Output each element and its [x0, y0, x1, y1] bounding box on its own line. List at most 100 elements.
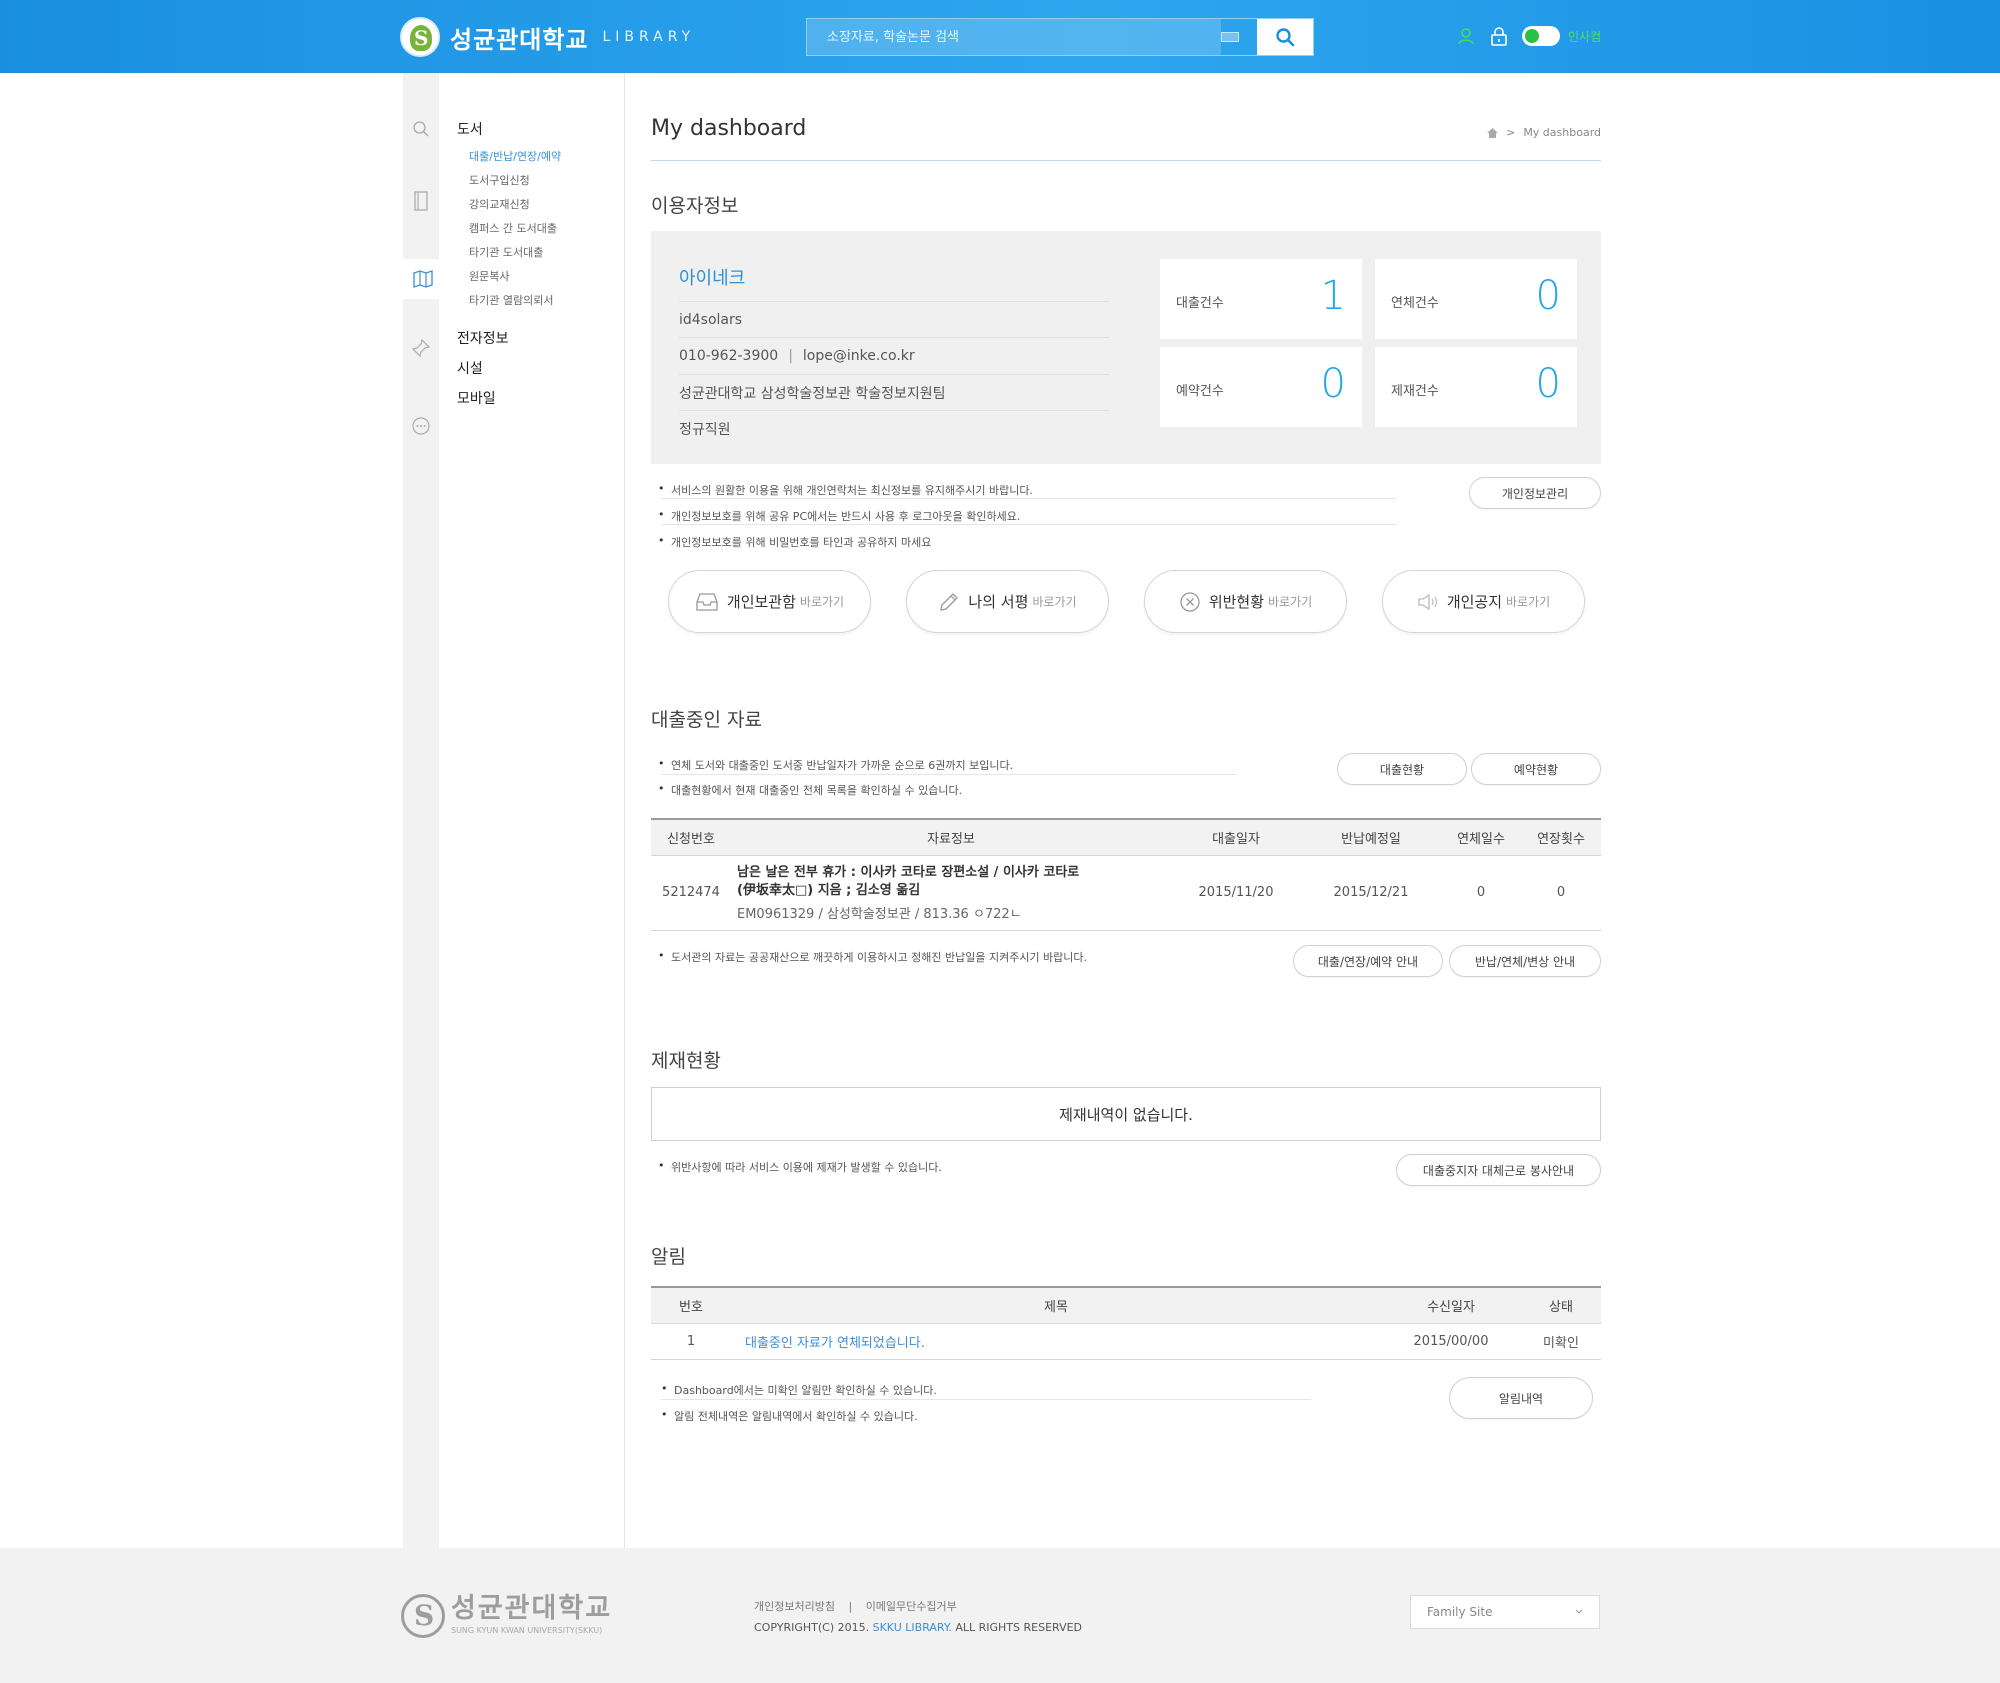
user-status-row: 정규직원	[679, 410, 1109, 446]
footer-links: 개인정보처리방침 | 이메일무단수집거부	[754, 1598, 957, 1614]
copyright-brand: SKKU LIBRARY.	[872, 1621, 952, 1634]
stat-value: 1	[1320, 273, 1346, 319]
quick-link-reviews[interactable]: 나의 서평 바로가기	[906, 570, 1109, 633]
logo-sub: LIBRARY	[602, 29, 696, 45]
user-note: 서비스의 원활한 이용을 위해 개인연락처는 최신정보를 유지해주시기 바랍니다…	[658, 482, 1033, 498]
alerts-note: Dashboard에서는 미확인 알림만 확인하실 수 있습니다.	[661, 1382, 937, 1398]
user-info-box: 아이네크 id4solars 010-962-3900 | lope@inke.…	[651, 231, 1601, 464]
loan-status-button[interactable]: 대출현황	[1337, 753, 1467, 785]
user-name: 아이네크	[679, 268, 746, 289]
breadcrumb-current: My dashboard	[1523, 126, 1601, 139]
search-bar	[806, 18, 1314, 56]
rail-map[interactable]	[403, 259, 443, 299]
user-department: 성균관대학교 삼성학술정보관 학술정보지원팀	[679, 385, 946, 402]
loans-table-header: 신청번호 자료정보 대출일자 반납예정일 연체일수 연장횟수	[651, 818, 1601, 856]
rail-book[interactable]	[403, 181, 439, 221]
footer: 성균관대학교 SUNG KYUN KWAN UNIVERSITY(SKKU) 개…	[0, 1548, 2000, 1683]
alert-history-button[interactable]: 알림내역	[1449, 1377, 1593, 1419]
loans-footer-note: 도서관의 자료는 공공재산으로 깨끗하게 이용하시고 정해진 반납일을 지켜주시…	[658, 949, 1087, 965]
user-phone: 010-962-3900	[679, 347, 779, 364]
menu-item-loan[interactable]: 대출/반납/연장/예약	[469, 148, 561, 164]
col-request-no: 신청번호	[651, 818, 731, 856]
stat-label: 대출건수	[1176, 296, 1224, 311]
footer-emblem-icon	[401, 1594, 445, 1638]
renewals: 0	[1521, 855, 1601, 931]
icon-rail	[403, 73, 443, 1548]
family-site-select[interactable]: Family Site	[1410, 1595, 1600, 1629]
title-divider	[651, 160, 1601, 161]
menu-group-mobile[interactable]: 모바일	[457, 388, 496, 408]
quick-link-sub: 바로가기	[799, 595, 845, 609]
quick-link-locker[interactable]: 개인보관함 바로가기	[668, 570, 871, 633]
menu-item-reading[interactable]: 타기관 열람의뢰서	[469, 292, 553, 308]
note-divider	[661, 774, 1236, 775]
logo-name: 성균관대학교	[450, 25, 589, 54]
loan-guide-button[interactable]: 대출/연장/예약 안내	[1293, 945, 1443, 977]
lock-icon[interactable]	[1490, 26, 1508, 46]
footer-link-email[interactable]: 이메일무단수집거부	[866, 1600, 957, 1613]
alert-title-cell: 대출중인 자료가 연체되었습니다.	[731, 1323, 1381, 1360]
menu-group-electronic[interactable]: 전자정보	[457, 328, 509, 348]
menu-item-campus-loan[interactable]: 캠퍼스 간 도서대출	[469, 220, 557, 236]
contact-separator: |	[788, 347, 793, 364]
breadcrumb: > My dashboard	[1487, 126, 1601, 139]
stat-loans[interactable]: 대출건수 1	[1160, 259, 1362, 339]
rail-pin[interactable]	[403, 328, 439, 368]
footer-link-privacy[interactable]: 개인정보처리방침	[754, 1600, 835, 1613]
rail-more[interactable]	[403, 406, 439, 446]
alerts-table: 번호 제목 수신일자 상태 1 대출중인 자료가 연체되었습니다. 2015/0…	[651, 1286, 1601, 1360]
loans-table: 신청번호 자료정보 대출일자 반납예정일 연체일수 연장횟수 5212474 남…	[651, 818, 1601, 931]
col-received: 수신일자	[1381, 1286, 1521, 1324]
quick-link-violations[interactable]: 위반현황 바로가기	[1144, 570, 1347, 633]
rail-search[interactable]	[403, 109, 439, 149]
family-site-label: Family Site	[1427, 1605, 1493, 1619]
request-no: 5212474	[651, 855, 731, 931]
book-title-line2[interactable]: (伊坂幸太□) 지음 ; 김소영 옮김	[737, 882, 1171, 900]
stat-sanctions[interactable]: 제재건수 0	[1375, 347, 1577, 427]
keyboard-icon[interactable]	[1221, 32, 1239, 42]
stat-value: 0	[1535, 361, 1561, 407]
alert-title-link[interactable]: 대출중인 자료가 연체되었습니다.	[745, 1336, 925, 1351]
table-row[interactable]: 1 대출중인 자료가 연체되었습니다. 2015/00/00 미확인	[651, 1323, 1601, 1360]
menu-group-facility[interactable]: 시설	[457, 358, 483, 378]
alert-date: 2015/00/00	[1381, 1323, 1521, 1360]
alerts-note: 알림 전체내역은 알림내역에서 확인하실 수 있습니다.	[661, 1408, 918, 1424]
book-title-line1[interactable]: 남은 날은 전부 휴가 : 이사카 코타로 장편소설 / 이사카 코타로	[737, 864, 1171, 882]
quick-link-sub: 바로가기	[1268, 595, 1313, 609]
cancel-circle-icon	[1180, 591, 1200, 612]
reservation-status-button[interactable]: 예약현황	[1471, 753, 1601, 785]
quick-link-label: 개인공지	[1446, 593, 1503, 611]
quick-link-notice[interactable]: 개인공지 바로가기	[1382, 570, 1585, 633]
stat-overdue[interactable]: 연체건수 0	[1375, 259, 1577, 339]
volunteer-guide-button[interactable]: 대출중지자 대체근로 봉사안내	[1396, 1154, 1601, 1186]
note-divider	[661, 524, 1396, 525]
stat-reservations[interactable]: 예약건수 0	[1160, 347, 1362, 427]
login-label[interactable]: 인사컴	[1568, 28, 1601, 45]
return-guide-button[interactable]: 반납/연체/변상 안내	[1449, 945, 1601, 977]
library-logo[interactable]: 성균관대학교 LIBRARY	[400, 16, 695, 58]
quick-link-sub: 바로가기	[1506, 595, 1551, 609]
manage-info-button[interactable]: 개인정보관리	[1469, 477, 1601, 509]
loans-note: 연체 도서와 대출중인 도서중 반납일자가 가까운 순으로 6권까지 보입니다.	[658, 757, 1013, 773]
copyright: COPYRIGHT(C) 2015. SKKU LIBRARY. ALL RIG…	[754, 1621, 1082, 1634]
home-icon[interactable]	[1487, 127, 1499, 138]
search-button[interactable]	[1257, 19, 1313, 55]
menu-group-books[interactable]: 도서	[457, 119, 483, 139]
login-toggle[interactable]	[1522, 26, 1560, 46]
stat-value: 0	[1535, 273, 1561, 319]
menu-item-copy[interactable]: 원문복사	[469, 268, 509, 284]
menu-item-ill[interactable]: 타기관 도서대출	[469, 244, 543, 260]
table-row[interactable]: 5212474 남은 날은 전부 휴가 : 이사카 코타로 장편소설 / 이사카…	[651, 855, 1601, 931]
user-icon[interactable]	[1456, 26, 1476, 46]
menu-item-textbook[interactable]: 강의교재신청	[469, 196, 530, 212]
copyright-suffix: ALL RIGHTS RESERVED	[955, 1621, 1083, 1634]
user-email: lope@inke.co.kr	[802, 347, 915, 364]
menu-item-purchase[interactable]: 도서구입신청	[469, 172, 530, 188]
search-icon	[1276, 28, 1295, 47]
search-input[interactable]	[807, 19, 1221, 55]
user-dept-row: 성균관대학교 삼성학술정보관 학술정보지원팀	[679, 374, 1109, 410]
sanctions-empty: 제재내역이 없습니다.	[651, 1087, 1601, 1141]
tray-icon	[696, 592, 718, 611]
page-title: My dashboard	[651, 116, 807, 141]
quick-link-label: 개인보관함	[726, 593, 796, 611]
